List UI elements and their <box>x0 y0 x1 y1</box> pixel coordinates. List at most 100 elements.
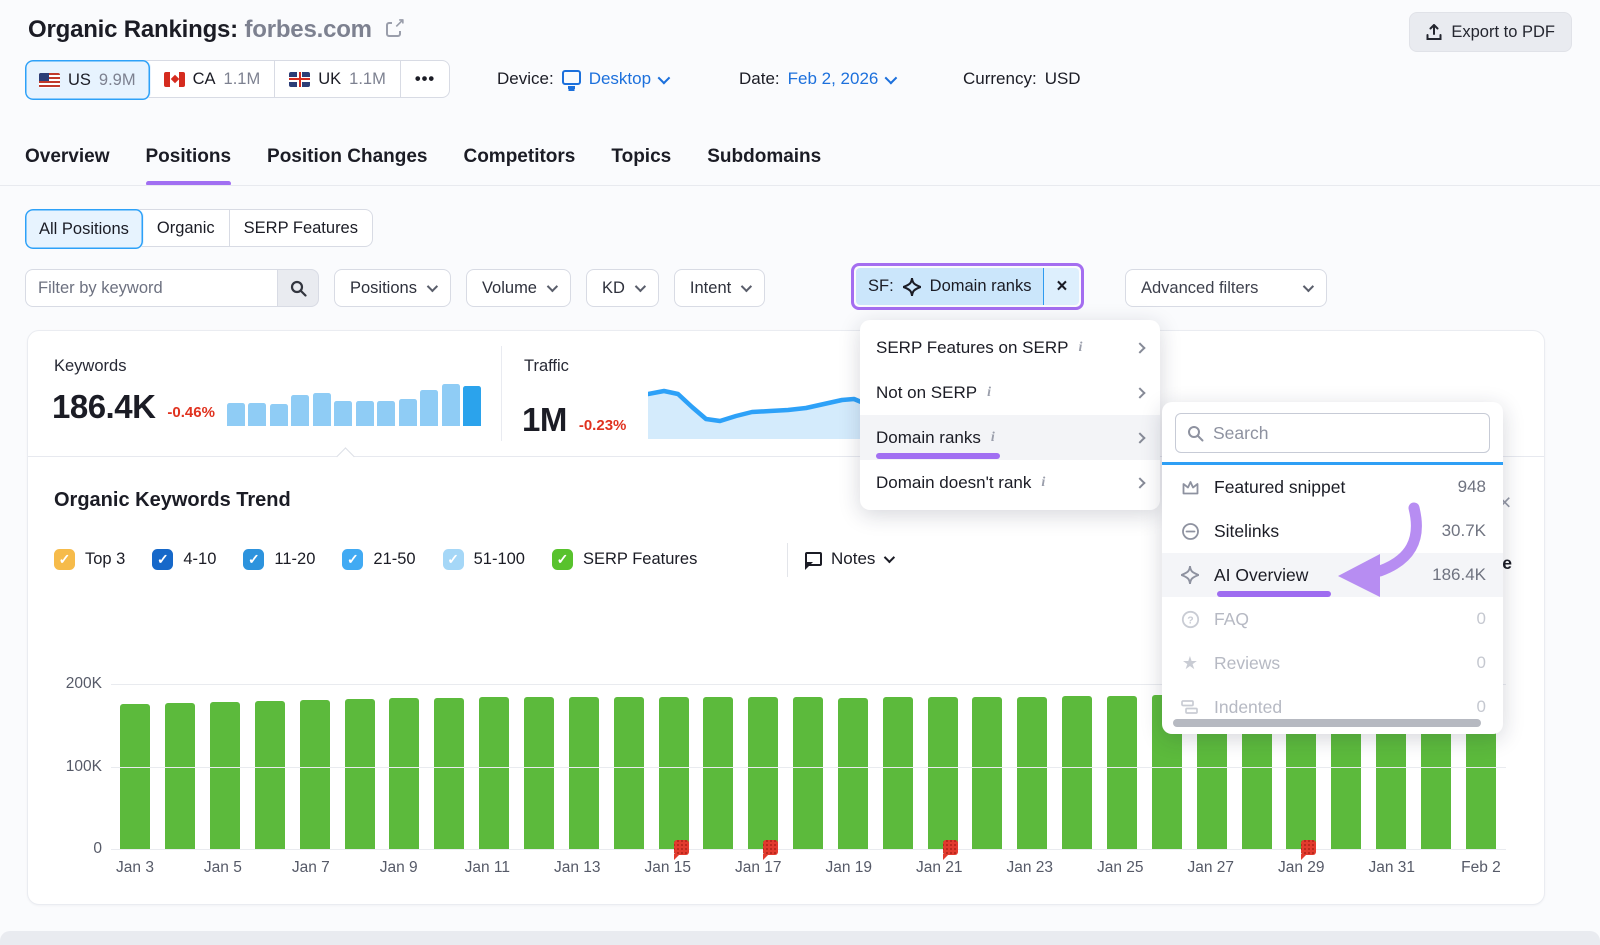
item-count: 948 <box>1458 477 1486 497</box>
legend-toggle-4-10[interactable]: ✓4-10 <box>152 549 216 570</box>
note-flag-icon[interactable] <box>943 840 958 855</box>
next-section-edge <box>0 931 1600 945</box>
trend-bar-jan-21[interactable] <box>928 697 958 849</box>
nav-divider <box>0 185 1600 186</box>
notes-dropdown[interactable]: Notes <box>805 549 892 569</box>
submenu-item-sitelinks[interactable]: Sitelinks30.7K <box>1162 509 1503 553</box>
kd-filter-dropdown[interactable]: KD <box>586 269 659 307</box>
chevron-down-icon <box>658 71 671 84</box>
menu-item-serp-features-on-serp[interactable]: SERP Features on SERPi <box>860 325 1160 370</box>
keyword-filter-input[interactable] <box>25 269 277 307</box>
trend-bar-jan-19[interactable] <box>838 698 868 849</box>
x-tick-label: Jan 21 <box>916 859 963 877</box>
trend-bar-jan-25[interactable] <box>1107 696 1137 849</box>
legend-toggle-51-100[interactable]: ✓51-100 <box>443 549 525 570</box>
legend-toggle-21-50[interactable]: ✓21-50 <box>342 549 415 570</box>
more-countries-button[interactable]: ••• <box>401 61 449 97</box>
submenu-search-input[interactable] <box>1213 423 1478 444</box>
trend-bar-jan-22[interactable] <box>972 697 1002 849</box>
spark-bar <box>334 401 352 426</box>
positions-filter-dropdown[interactable]: Positions <box>334 269 451 307</box>
legend-toggle-top-3[interactable]: ✓Top 3 <box>54 549 125 570</box>
spark-bar <box>356 401 374 426</box>
traffic-summary-label: Traffic <box>524 357 569 376</box>
postab-serp-features[interactable]: SERP Features <box>230 210 372 246</box>
trend-bar-jan-20[interactable] <box>883 697 913 849</box>
trend-bar-jan-13[interactable] <box>569 697 599 849</box>
legend-toggle-11-20[interactable]: ✓11-20 <box>243 549 315 570</box>
uk-flag-icon <box>289 72 310 87</box>
trend-section-title: Organic Keywords Trend <box>54 489 291 512</box>
tab-positions[interactable]: Positions <box>146 146 232 186</box>
trend-bar-jan-6[interactable] <box>255 701 285 850</box>
date-label: Date: <box>739 69 780 89</box>
chevron-down-icon <box>1303 281 1314 292</box>
trend-bar-jan-3[interactable] <box>120 704 150 849</box>
menu-item-not-on-serp[interactable]: Not on SERPi <box>860 370 1160 415</box>
trend-bar-jan-17[interactable] <box>748 697 778 849</box>
x-tick-label <box>245 859 289 877</box>
ca-flag-icon <box>164 72 185 87</box>
horizontal-scrollbar[interactable] <box>1173 719 1481 727</box>
trend-bar-jan-12[interactable] <box>524 697 554 849</box>
tab-topics[interactable]: Topics <box>611 146 671 186</box>
note-flag-icon[interactable] <box>763 840 778 855</box>
date-dropdown[interactable]: Feb 2, 2026 <box>788 69 895 89</box>
trend-bar-jan-11[interactable] <box>479 697 509 849</box>
trend-bar-jan-4[interactable] <box>165 703 195 849</box>
tab-subdomains[interactable]: Subdomains <box>707 146 821 186</box>
item-count: 30.7K <box>1442 521 1486 541</box>
trend-bar-jan-18[interactable] <box>793 697 823 849</box>
sf-filter-chip[interactable]: SF: Domain ranks × <box>856 268 1079 305</box>
spark-bar <box>420 390 438 426</box>
trend-bar-jan-7[interactable] <box>300 700 330 849</box>
menu-item-domain-ranks[interactable]: Domain ranksi <box>860 415 1160 460</box>
sf-chip-close-button[interactable]: × <box>1043 268 1079 305</box>
x-tick-label: Jan 19 <box>825 859 872 877</box>
note-flag-icon[interactable] <box>674 840 689 855</box>
spark-bar <box>377 401 395 426</box>
trend-bar-jan-5[interactable] <box>210 702 240 849</box>
trend-bar-jan-23[interactable] <box>1017 697 1047 849</box>
external-link-icon[interactable] <box>386 22 401 37</box>
chevron-down-icon <box>885 71 898 84</box>
sf-filter-menu: SERP Features on SERPiNot on SERPiDomain… <box>860 320 1160 510</box>
country-tab-us[interactable]: US 9.9M <box>25 60 151 100</box>
checkbox-icon: ✓ <box>342 549 363 570</box>
device-dropdown[interactable]: Desktop <box>589 69 667 89</box>
menu-item-domain-doesn-t-rank[interactable]: Domain doesn't ranki <box>860 460 1160 505</box>
postab-all-positions[interactable]: All Positions <box>25 209 144 249</box>
x-tick-label: Jan 7 <box>289 859 333 877</box>
organic-rankings-page: Organic Rankings: forbes.com Export to P… <box>0 0 1600 945</box>
note-flag-icon[interactable] <box>1301 840 1316 855</box>
x-tick-label: Jan 31 <box>1368 859 1415 877</box>
trend-bar-jan-10[interactable] <box>434 698 464 849</box>
x-tick-label <box>963 859 1007 877</box>
export-to-pdf-button[interactable]: Export to PDF <box>1409 12 1572 52</box>
spark-bar <box>227 403 245 426</box>
submenu-item-featured-snippet[interactable]: Featured snippet948 <box>1162 465 1503 509</box>
keyword-search-button[interactable] <box>277 269 319 307</box>
legend-toggle-serp-features[interactable]: ✓SERP Features <box>552 549 697 570</box>
tab-overview[interactable]: Overview <box>25 146 110 186</box>
intent-filter-dropdown[interactable]: Intent <box>674 269 765 307</box>
volume-filter-dropdown[interactable]: Volume <box>466 269 571 307</box>
advanced-filters-button[interactable]: Advanced filters <box>1125 269 1327 307</box>
trend-bar-jan-24[interactable] <box>1062 696 1092 849</box>
country-tab-ca[interactable]: CA 1.1M <box>150 61 276 97</box>
device-control: Device: Desktop <box>497 60 667 98</box>
y-tick-label: 0 <box>42 840 102 858</box>
postab-organic[interactable]: Organic <box>143 210 230 246</box>
trend-bar-jan-14[interactable] <box>614 697 644 849</box>
trend-bar-jan-8[interactable] <box>345 699 375 849</box>
sf-value: Domain ranks <box>930 277 1032 296</box>
us-flag-icon <box>39 73 60 88</box>
trend-bar-jan-9[interactable] <box>389 698 419 849</box>
tab-position-changes[interactable]: Position Changes <box>267 146 427 186</box>
country-tab-uk[interactable]: UK 1.1M <box>275 61 401 97</box>
submenu-item-ai-overview[interactable]: AI Overview186.4K <box>1162 553 1503 597</box>
traffic-count: 1M <box>522 401 567 439</box>
trend-bar-jan-16[interactable] <box>703 697 733 849</box>
tab-competitors[interactable]: Competitors <box>463 146 575 186</box>
trend-bar-jan-15[interactable] <box>659 697 689 849</box>
